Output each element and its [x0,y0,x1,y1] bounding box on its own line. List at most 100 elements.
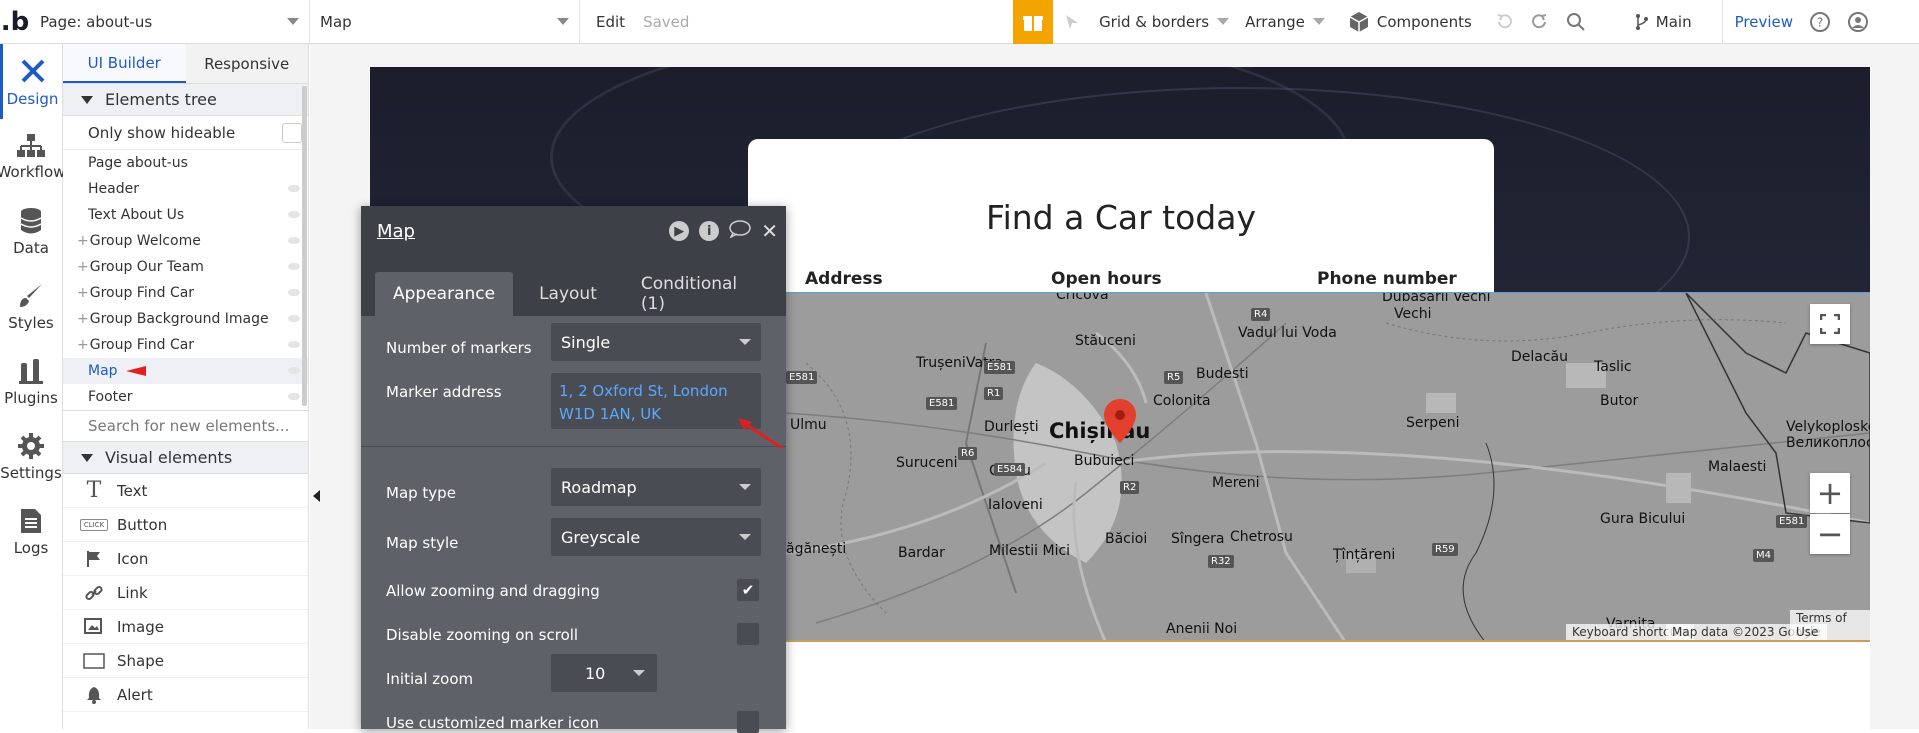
branch-selector[interactable]: Main [1594,0,1723,44]
eye-icon[interactable] [288,237,300,244]
panel-scrollbar[interactable] [302,86,307,406]
top-toolbar: .b Page: about-us Map Edit Saved Grid & … [0,0,1919,44]
expand-plus-icon[interactable]: + [77,311,89,327]
visual-item-image[interactable]: Image [63,610,308,644]
map-marker-icon[interactable] [1104,399,1136,443]
zoom-out-button[interactable]: − [1810,514,1850,554]
visual-item-text[interactable]: T Text [63,474,308,508]
tab-layout[interactable]: Layout [521,272,615,316]
comment-icon[interactable] [729,220,751,242]
expand-plus-icon[interactable]: + [77,259,89,275]
search-icon[interactable] [1558,0,1594,44]
nav-styles[interactable]: Styles [0,269,62,344]
only-hideable-checkbox[interactable] [282,122,302,143]
gift-icon[interactable] [1013,0,1054,44]
tab-ui-builder[interactable]: UI Builder [63,44,186,83]
map-label: Stăuceni [1075,333,1136,349]
info-icon[interactable]: i [699,221,720,241]
tree-item-group-welcome[interactable]: + Group Welcome [63,228,308,254]
zoom-in-button[interactable]: + [1810,473,1850,513]
eye-icon[interactable] [288,211,300,218]
disable-zoom-scroll-checkbox[interactable] [737,623,759,645]
arrange-label: Arrange [1245,12,1305,31]
map-label: Gura Bicului [1600,511,1686,527]
map-element[interactable]: Dubăsarii Vechi Vechi Vadul lui Voda Stă… [786,292,1870,642]
tab-conditional[interactable]: Conditional (1) [623,272,772,316]
page-selector[interactable]: Page: about-us [30,0,310,44]
tree-item-page[interactable]: Page about-us [63,150,308,176]
marker-address-field[interactable]: 1, 2 Oxford St, London W1D 1AN, UK [551,373,761,429]
cube-icon [1349,11,1369,32]
components-button[interactable]: Components [1333,0,1480,44]
initial-zoom-value: 10 [585,663,606,683]
tab-appearance[interactable]: Appearance [375,272,514,316]
tree-item-group-find-car[interactable]: + Group Find Car [63,280,308,306]
tree-item-group-find-car-2[interactable]: + Group Find Car [63,332,308,358]
help-icon[interactable]: ? [1801,0,1839,44]
nav-design[interactable]: Design [0,44,62,119]
eye-icon[interactable] [288,263,300,270]
eye-icon[interactable] [288,341,300,348]
eye-icon[interactable] [288,393,300,400]
tree-item-group-our-team[interactable]: + Group Our Team [63,254,308,280]
play-icon[interactable]: ▶ [669,221,690,241]
nav-workflow[interactable]: Workflow [0,119,65,194]
collapse-triangle-icon [81,95,93,104]
visual-item-shape[interactable]: Shape [63,644,308,678]
bubble-logo[interactable]: .b [0,0,30,44]
eye-icon[interactable] [288,367,300,374]
initial-zoom-select[interactable]: 10 [551,654,657,692]
visual-elements-header[interactable]: Visual elements [63,442,308,474]
nav-plugins[interactable]: Plugins [0,344,62,419]
dialog-title[interactable]: Map [377,221,415,242]
visual-item-button[interactable]: CLICK Button [63,508,308,542]
tree-item-text-about-us[interactable]: Text About Us [63,202,308,228]
visual-item-link[interactable]: Link [63,576,308,610]
element-selector[interactable]: Map [310,0,580,44]
map-label: Sîngera [1171,531,1225,547]
undo-icon[interactable] [1480,0,1522,44]
preview-button[interactable]: Preview [1723,0,1801,44]
preview-label: Preview [1734,12,1793,31]
terms-of-use-link[interactable]: Terms of Use [1790,610,1870,640]
nav-data[interactable]: Data [0,194,62,269]
fullscreen-icon[interactable] [1810,304,1850,344]
visual-item-alert[interactable]: Alert [63,678,308,712]
visual-item-icon[interactable]: Icon [63,542,308,576]
close-icon[interactable]: ✕ [761,219,778,243]
grid-borders-menu[interactable]: Grid & borders [1091,0,1237,44]
chevron-down-icon [557,18,569,25]
tree-item-group-background-image[interactable]: + Group Background Image [63,306,308,332]
arrange-menu[interactable]: Arrange [1237,0,1333,44]
search-elements-input[interactable]: Search for new elements... [63,410,308,442]
road-shield: E581 [926,397,958,410]
eye-icon[interactable] [288,185,300,192]
allow-zooming-checkbox[interactable]: ✔ [737,579,759,601]
tree-item-footer[interactable]: Footer [63,384,308,410]
eye-icon[interactable] [288,289,300,296]
tree-item-map[interactable]: Map [63,358,308,384]
custom-marker-checkbox[interactable] [737,711,759,733]
dialog-header[interactable]: Map ▶ i ✕ [361,206,786,256]
map-style-select[interactable]: Greyscale [551,518,761,556]
expand-plus-icon[interactable]: + [77,233,89,249]
map-type-select[interactable]: Roadmap [551,468,761,506]
nav-logs[interactable]: Logs [0,494,62,569]
expand-plus-icon[interactable]: + [77,285,89,301]
eye-icon[interactable] [288,315,300,322]
expand-plus-icon[interactable]: + [77,337,89,353]
user-icon[interactable] [1839,0,1877,44]
tree-item-header[interactable]: Header [63,176,308,202]
collapse-panel-icon[interactable] [313,490,320,502]
redo-icon[interactable] [1522,0,1558,44]
elements-tree-header[interactable]: Elements tree [63,84,308,116]
number-of-markers-select[interactable]: Single [551,323,761,361]
marker-address-value: 1, 2 Oxford St, London W1D 1AN, UK [559,382,728,423]
cursor-icon[interactable] [1053,0,1091,44]
nav-settings[interactable]: Settings [0,419,62,494]
tree-item-label: Header [88,181,139,197]
tab-responsive[interactable]: Responsive [185,44,308,83]
edit-menu[interactable]: Edit [580,0,633,44]
button-badge: CLICK [79,518,109,531]
nav-styles-label: Styles [8,313,54,332]
